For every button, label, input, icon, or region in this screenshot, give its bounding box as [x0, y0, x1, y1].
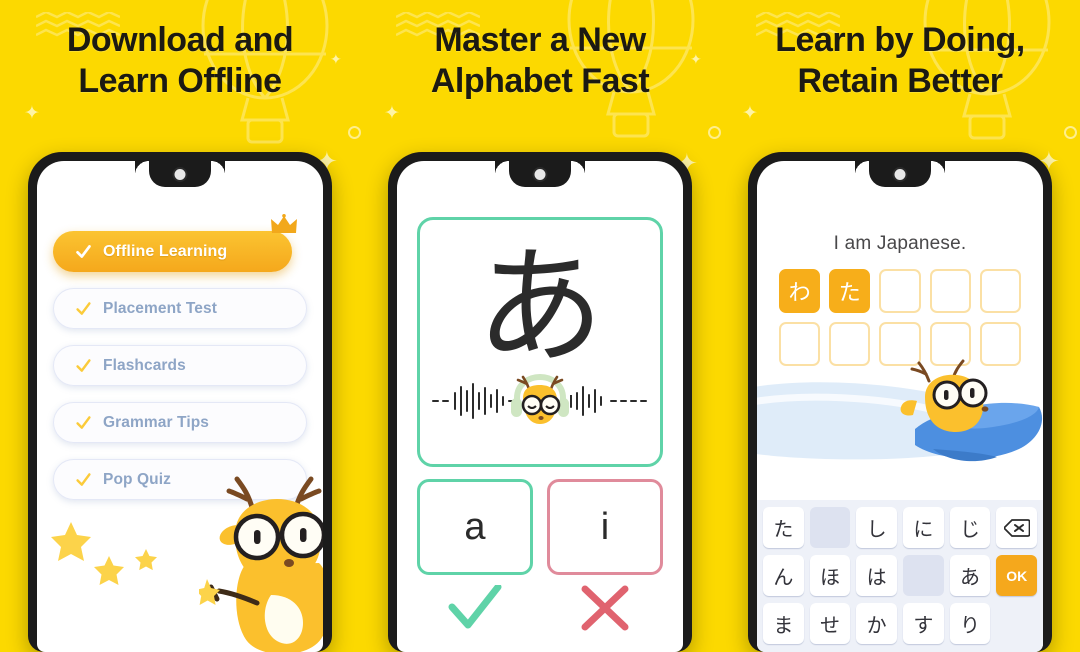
- key-ma[interactable]: ま: [763, 603, 804, 644]
- feature-item-flashcards[interactable]: Flashcards: [53, 345, 307, 386]
- notch-ear-right-icon: [931, 161, 945, 175]
- result-wrong: [547, 585, 663, 633]
- answer-label: a: [464, 505, 486, 548]
- feature-item-placement-test[interactable]: Placement Test: [53, 288, 307, 329]
- feature-item-label: Placement Test: [103, 299, 217, 317]
- check-icon: [76, 359, 91, 372]
- feature-item-label: Pop Quiz: [103, 470, 171, 488]
- check-icon: [76, 416, 91, 429]
- panel-sentence-builder: Learn by Doing, Retain Better I am Japan…: [720, 0, 1080, 652]
- panel-container: Download and Learn Offline Offline Learn…: [0, 0, 1080, 652]
- cross-mark-icon: [581, 585, 629, 631]
- deer-mascot-with-wand-icon: [199, 476, 323, 652]
- check-icon: [76, 245, 91, 258]
- sentence-prompt: I am Japanese.: [833, 233, 967, 254]
- tile-filled[interactable]: た: [829, 269, 871, 313]
- audio-waveform-icon: [432, 382, 513, 419]
- panel-alphabet-flashcard: Master a New Alphabet Fast あ a i: [360, 0, 720, 652]
- deer-mascot-headphones-icon: [511, 373, 569, 424]
- keyboard-row: ま せ か す り: [763, 603, 1037, 644]
- key-se[interactable]: せ: [809, 603, 851, 644]
- keyboard-row: た し に じ: [763, 507, 1038, 548]
- key-ri[interactable]: り: [949, 603, 991, 644]
- japanese-keyboard: た し に じ ん ほ は あ OK ま せ か す り: [757, 500, 1043, 652]
- feature-item-label: Flashcards: [103, 356, 186, 374]
- key-n[interactable]: ん: [763, 555, 804, 596]
- tile-filled[interactable]: わ: [779, 269, 821, 313]
- key-a[interactable]: あ: [949, 555, 991, 596]
- key-ho[interactable]: ほ: [809, 555, 851, 596]
- key-backspace[interactable]: [996, 507, 1038, 548]
- phone-screen: I am Japanese. わ た た し に じ ん ほ は あ OK ま …: [757, 161, 1043, 652]
- panel-offline-learning: Download and Learn Offline Offline Learn…: [0, 0, 360, 652]
- flashcard-character: あ: [475, 233, 604, 383]
- key-shi[interactable]: し: [856, 507, 898, 548]
- key-ni[interactable]: に: [903, 507, 944, 548]
- notch-ear-right-icon: [571, 161, 585, 175]
- check-icon: [76, 302, 91, 315]
- key-blank[interactable]: [903, 555, 944, 596]
- check-mark-icon: [448, 585, 502, 629]
- audio-playback-row[interactable]: [420, 373, 660, 429]
- phone-screen: Offline Learning Placement Test Flashcar…: [37, 161, 323, 652]
- answer-option-correct[interactable]: a: [417, 479, 533, 575]
- feature-item-grammar-tips[interactable]: Grammar Tips: [53, 402, 307, 443]
- phone-mockup: I am Japanese. わ た た し に じ ん ほ は あ OK ま …: [748, 152, 1052, 652]
- key-ok[interactable]: OK: [996, 555, 1038, 596]
- front-camera-icon: [892, 167, 908, 182]
- phone-mockup: あ a i: [388, 152, 692, 652]
- page-title: Download and Learn Offline: [66, 21, 294, 101]
- key-ha[interactable]: は: [856, 555, 898, 596]
- tile-empty[interactable]: [929, 269, 971, 313]
- tile-empty[interactable]: [979, 269, 1022, 313]
- deer-mascot-airplane-icon: [757, 359, 1043, 462]
- front-camera-icon: [172, 167, 188, 182]
- flashcard[interactable]: あ: [417, 217, 663, 467]
- feature-item-label: Grammar Tips: [103, 413, 210, 431]
- result-correct: [417, 585, 533, 633]
- front-camera-icon: [532, 167, 548, 182]
- answer-options: a i: [417, 479, 663, 575]
- page-title: Master a New Alphabet Fast: [430, 21, 650, 101]
- answer-result-marks: [417, 585, 663, 633]
- key-su[interactable]: す: [903, 603, 944, 644]
- crown-icon: [270, 214, 297, 233]
- feature-item-offline-learning[interactable]: Offline Learning: [53, 214, 297, 272]
- notch-ear-left-icon: [855, 161, 869, 175]
- notch-ear-left-icon: [495, 161, 509, 175]
- phone-screen: あ a i: [397, 161, 683, 652]
- audio-waveform-icon: [570, 385, 647, 416]
- backspace-icon: [1003, 518, 1030, 537]
- notch-ear-right-icon: [211, 161, 225, 175]
- key-ka[interactable]: か: [856, 603, 898, 644]
- tile-empty[interactable]: [879, 269, 921, 313]
- key-ji[interactable]: じ: [949, 507, 991, 548]
- check-icon: [76, 473, 91, 486]
- notch-ear-left-icon: [135, 161, 149, 175]
- answer-label: i: [600, 505, 610, 548]
- key-spacer: [996, 603, 1037, 644]
- tile-row: わ た: [779, 269, 1022, 313]
- sparkle-stars-icon: [51, 522, 157, 585]
- key-ta[interactable]: た: [763, 507, 804, 548]
- keyboard-row: ん ほ は あ OK: [763, 555, 1038, 596]
- answer-option-wrong[interactable]: i: [547, 479, 663, 575]
- feature-item-label: Offline Learning: [103, 242, 228, 260]
- phone-mockup: Offline Learning Placement Test Flashcar…: [28, 152, 332, 652]
- page-title: Learn by Doing, Retain Better: [775, 21, 1025, 101]
- key-blank[interactable]: [809, 507, 851, 548]
